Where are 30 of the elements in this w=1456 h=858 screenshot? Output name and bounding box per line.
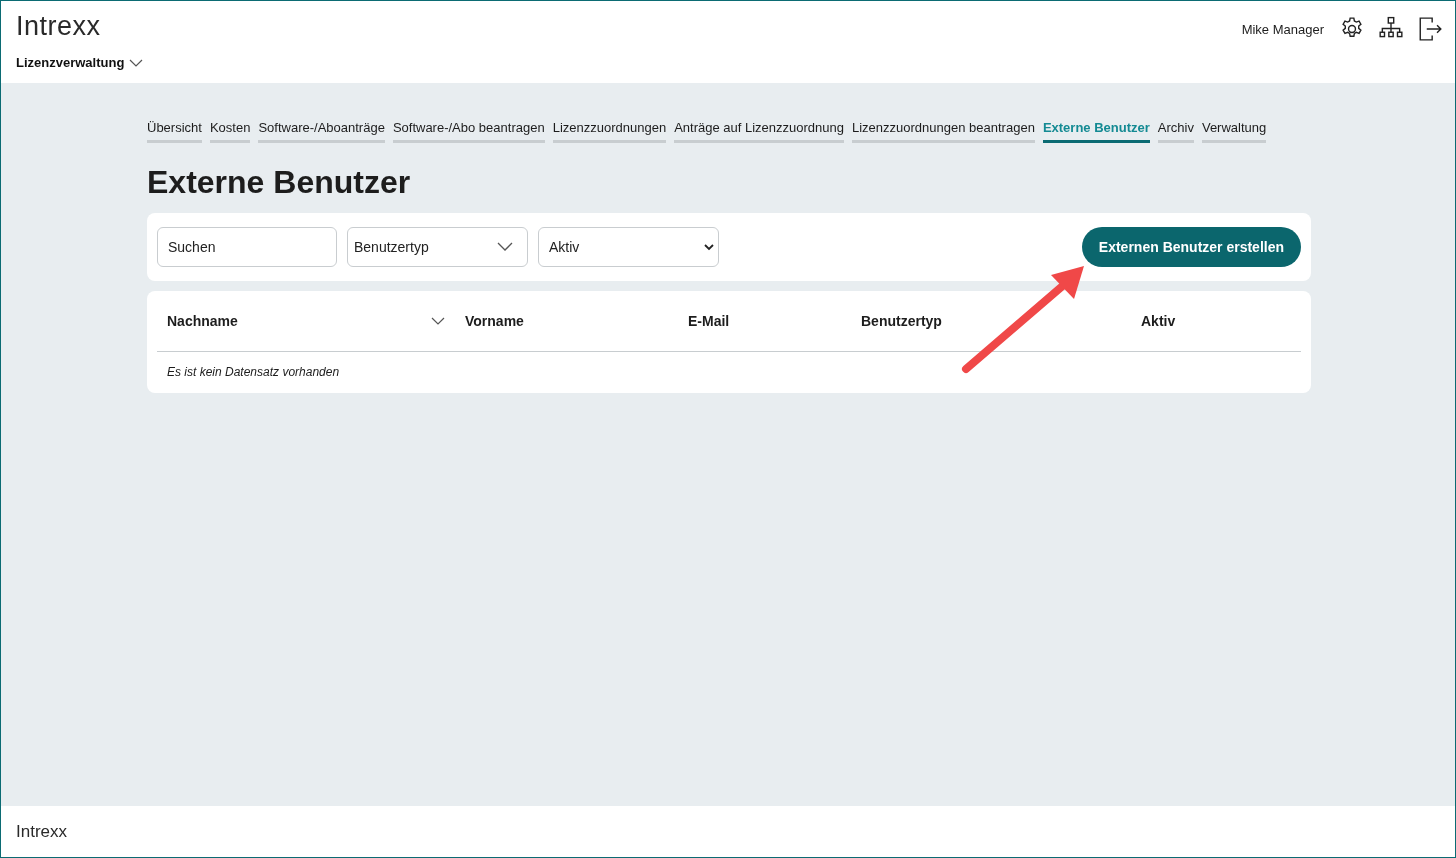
empty-message: Es ist kein Datensatz vorhanden: [166, 364, 341, 379]
nav-tab[interactable]: Externe Benutzer: [1042, 120, 1150, 143]
logout-icon[interactable]: [1417, 16, 1443, 42]
column-header[interactable]: Benutzertyp: [861, 313, 942, 329]
chevron-down-icon: [704, 243, 714, 251]
nav-tab[interactable]: Anträge auf Lizenzzuordnung: [674, 120, 844, 143]
search-field[interactable]: Suchen: [157, 227, 337, 267]
column-header[interactable]: Aktiv: [1141, 313, 1176, 329]
column-header[interactable]: Nachname: [167, 313, 238, 329]
nav-tab[interactable]: Lizenzzuordnungen: [552, 120, 667, 143]
user-type-dropdown[interactable]: Benutzertyp: [347, 227, 528, 267]
chevron-down-icon: [129, 58, 144, 68]
footer-logo: Intrexx: [16, 821, 68, 842]
nav-tab[interactable]: Übersicht: [147, 120, 202, 143]
column-header[interactable]: E-Mail: [688, 313, 730, 329]
create-button[interactable]: Externen Benutzer erstellen: [1081, 227, 1301, 267]
chevron-down-icon: [497, 242, 513, 252]
nav-tab[interactable]: Lizenzzuordnungen beantragen: [852, 120, 1035, 143]
active-dropdown[interactable]: Aktiv: [538, 227, 719, 267]
logo[interactable]: Intrexx: [16, 11, 101, 41]
page-title: Externe Benutzer: [147, 163, 412, 201]
app-menu[interactable]: Lizenzverwaltung: [16, 55, 144, 70]
nav-tab[interactable]: Archiv: [1157, 120, 1194, 143]
nav-tab[interactable]: Verwaltung: [1201, 120, 1267, 143]
nav-tab[interactable]: Software-/Aboanträge: [258, 120, 385, 143]
column-header[interactable]: Vorname: [465, 313, 524, 329]
user-name[interactable]: Mike Manager: [1241, 21, 1324, 37]
nav-tab[interactable]: Kosten: [209, 120, 251, 143]
nav-tab[interactable]: Software-/Abo beantragen: [392, 120, 545, 143]
sort-icon[interactable]: [431, 316, 445, 326]
